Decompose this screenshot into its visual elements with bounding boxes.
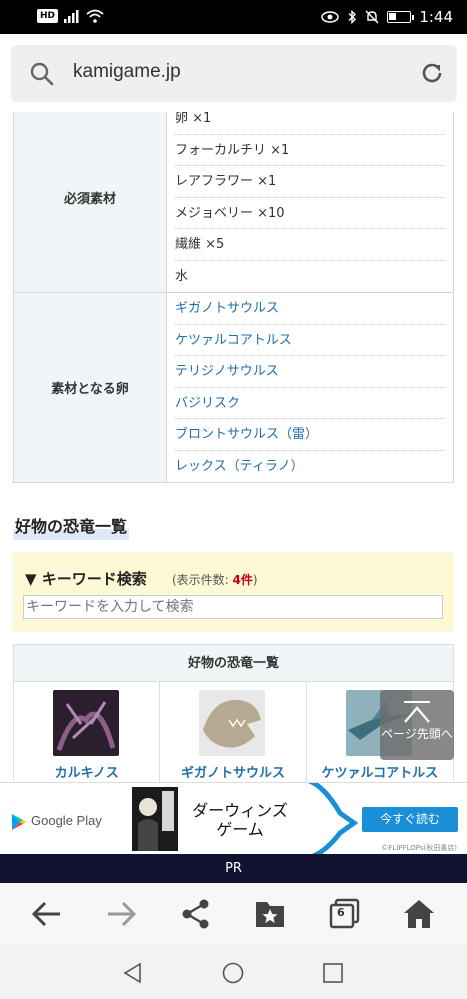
hd-badge: HD [37,9,59,23]
ad-store-label: Google Play [31,813,102,828]
ad-manga-cover [132,787,178,851]
browser-url-area: kamigame.jp [0,34,467,112]
dino-thumbnail [53,690,119,756]
forward-icon[interactable] [104,898,138,930]
tabs-button[interactable]: 6 [328,898,362,930]
material-item: レアフラワー ×1 [175,166,445,198]
system-navigation-bar [0,945,467,999]
table-row: 素材となる卵 ギガノトサウルス ケツァルコアトルス テリジノサウルス バジリスク… [13,292,454,483]
pr-label: PR [0,854,467,883]
material-item: 卵 ×1 [175,112,445,135]
arrow-up-icon [404,701,430,723]
egg-link[interactable]: バジリスク [175,388,445,419]
ad-cta-button[interactable]: 今すぐ読む [362,807,458,832]
tab-count: 6 [337,906,345,919]
egg-link[interactable]: ブロントサウルス（雷） [175,419,445,451]
dino-card[interactable]: ギガノトサウルス [160,682,307,782]
dino-name[interactable]: カルキノス [14,762,159,781]
browser-toolbar: 6 [0,883,467,945]
url-text[interactable]: kamigame.jp [73,61,181,83]
egg-link[interactable]: テリジノサウルス [175,356,445,388]
mute-icon [365,10,379,24]
signal-icon [64,9,79,23]
google-play-icon [12,814,26,830]
share-icon[interactable] [179,898,213,930]
nav-home-icon[interactable] [221,961,245,985]
material-item: メジョベリー ×10 [175,198,445,229]
bookmarks-icon[interactable] [253,898,287,930]
eye-comfort-icon [321,11,340,23]
keyword-search-box: ▼ キーワード検索 (表示件数: 4件) [13,552,454,632]
battery-icon [387,11,415,23]
address-bar[interactable]: kamigame.jp [11,45,457,102]
table-header-required-materials: 必須素材 [13,112,167,293]
dino-card[interactable]: カルキノス [14,682,161,782]
bluetooth-icon [348,10,357,24]
material-item: 繊維 ×5 [175,229,445,261]
table-row: 必須素材 卵 ×1 フォーカルチリ ×1 レアフラワー ×1 メジョベリー ×1… [13,112,454,293]
result-count-prefix: (表示件数: [172,573,233,587]
page-content: 必須素材 卵 ×1 フォーカルチリ ×1 レアフラワー ×1 メジョベリー ×1… [0,112,467,782]
page-top-label: ページ先頭へ [381,727,453,741]
material-item: 水 [175,268,189,284]
ad-credit: ©FLIPFLOPs(秋田書店) [381,844,457,852]
dino-panel-title: 好物の恐竜一覧 [14,645,453,682]
nav-back-icon[interactable] [121,961,145,985]
result-count-suffix: ) [252,573,258,587]
material-item: フォーカルチリ ×1 [175,135,445,166]
dino-thumbnail [199,690,266,756]
reload-icon[interactable] [419,60,445,86]
materials-table: 必須素材 卵 ×1 フォーカルチリ ×1 レアフラワー ×1 メジョベリー ×1… [13,112,454,483]
egg-link[interactable]: レックス（ティラノ） [175,451,445,483]
result-count-value: 4件 [232,573,253,587]
search-icon [30,62,54,86]
keyword-search-input[interactable] [23,595,443,619]
nav-recents-icon[interactable] [321,961,345,985]
page-top-button[interactable]: ページ先頭へ [380,690,454,760]
wifi-icon [86,9,104,23]
status-bar: HD 1:44 [0,0,467,34]
section-title: 好物の恐竜一覧 [13,512,130,540]
dino-name[interactable]: ケツァルコアトルス [307,762,453,781]
status-time: 1:44 [419,8,453,26]
egg-link[interactable]: ケツァルコアトルス [175,325,445,356]
tabs-icon [329,898,360,929]
dino-name[interactable]: ギガノトサウルス [160,762,305,781]
egg-link[interactable]: ギガノトサウルス [175,293,445,325]
ad-title: ダーウィンズゲーム [192,801,288,839]
table-header-egg-materials: 素材となる卵 [13,292,167,483]
back-icon[interactable] [30,898,64,930]
home-icon[interactable] [402,898,436,930]
keyword-search-toggle[interactable]: ▼ キーワード検索 [25,568,147,589]
result-count: (表示件数: 4件) [172,571,258,588]
ad-banner[interactable]: Google Play ダーウィンズゲーム 今すぐ読む ©FLIPFLOPs(秋… [0,782,467,854]
